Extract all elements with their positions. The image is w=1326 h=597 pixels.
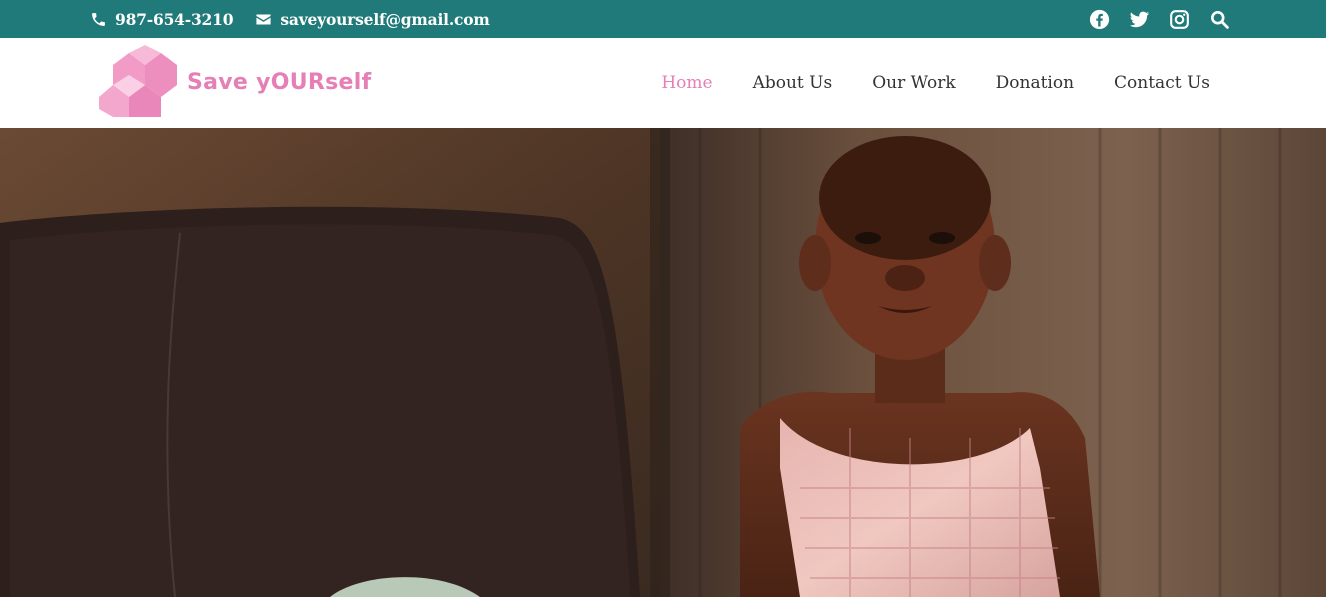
- instagram-icon[interactable]: [1168, 8, 1190, 30]
- phone-number: 987-654-3210: [115, 9, 234, 29]
- nav-donation[interactable]: Donation: [996, 73, 1074, 93]
- phone-contact[interactable]: 987-654-3210: [90, 9, 234, 29]
- nav-home[interactable]: Home: [661, 73, 712, 93]
- phone-icon: [92, 12, 105, 26]
- brand-logo[interactable]: Save yOURself: [95, 45, 372, 119]
- cube-logo-icon: [99, 45, 177, 117]
- nav-contact-us[interactable]: Contact Us: [1114, 73, 1210, 93]
- nav-about-us[interactable]: About Us: [753, 73, 833, 93]
- main-nav: Home About Us Our Work Donation Contact …: [621, 38, 1210, 128]
- twitter-icon[interactable]: [1128, 8, 1150, 30]
- search-icon[interactable]: [1208, 8, 1230, 30]
- email-contact[interactable]: saveyourself@gmail.com: [255, 9, 490, 29]
- hero-banner: [0, 128, 1326, 597]
- facebook-icon[interactable]: [1088, 8, 1110, 30]
- contact-info: 987-654-3210 saveyourself@gmail.com: [90, 0, 512, 38]
- nav-our-work[interactable]: Our Work: [872, 73, 955, 93]
- social-links: [1088, 0, 1248, 38]
- site-header: Save yOURself Home About Us Our Work Don…: [0, 38, 1326, 128]
- envelope-icon: [256, 14, 271, 24]
- email-address: saveyourself@gmail.com: [280, 9, 490, 29]
- hero-photo: [0, 128, 1326, 597]
- top-bar: 987-654-3210 saveyourself@gmail.com: [0, 0, 1326, 38]
- brand-name: Save yOURself: [187, 69, 372, 95]
